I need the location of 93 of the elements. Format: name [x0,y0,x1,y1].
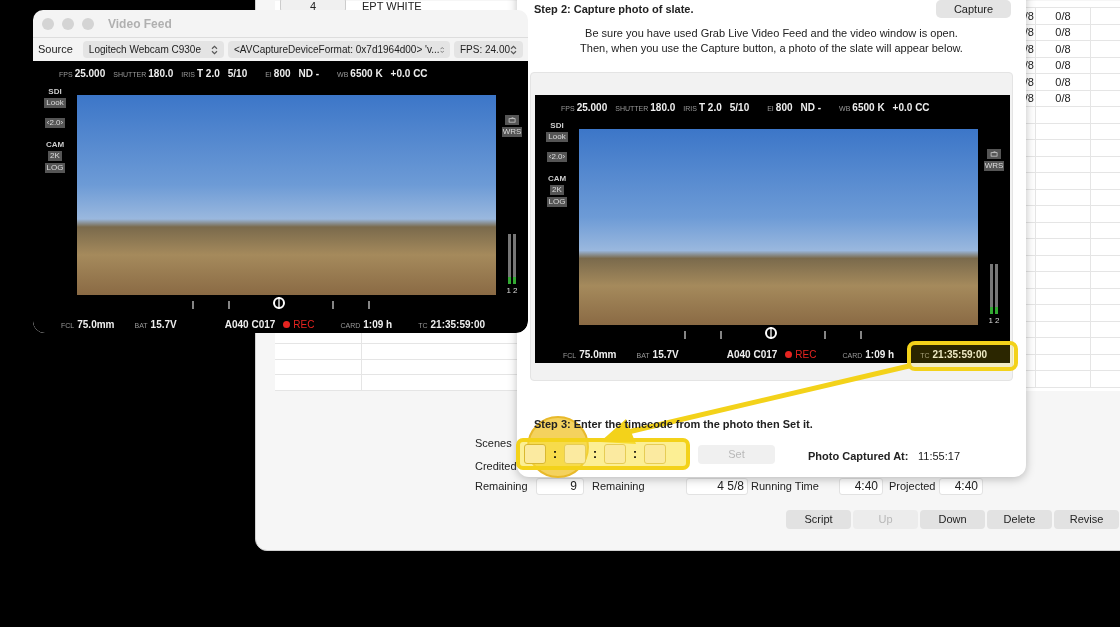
timecode-field[interactable] [604,444,626,464]
status-value: 800 [775,101,793,115]
window-control-icon[interactable] [62,17,74,30]
status-value: 5/10 [729,101,750,115]
status-value: A040 C017 [224,317,276,332]
status-label: CAM [45,140,65,149]
status-value: T 2.0 [196,67,220,81]
status-chip: WRS [983,161,1005,171]
status-label: SDI [48,87,62,96]
captured-time: 11:55:17 [918,449,960,464]
stepper-icon [439,44,444,55]
status-value: 1:09 h [363,317,393,332]
remaining-field: 9 [536,478,584,495]
table-cell: 0/8 [1036,74,1091,90]
status-chip: WRS [501,127,523,137]
timecode-field[interactable] [644,444,666,464]
status-value: ND - [298,67,320,81]
toolbar-button[interactable]: Delete [987,510,1052,529]
step-heading: Step 2: Capture photo of slate. [534,2,694,17]
audio-meter-icon [988,264,1000,314]
status-chip: 2K [550,185,564,195]
dropdown[interactable]: Logitech Webcam C930e [82,41,224,58]
status-value: REC [293,317,315,332]
status-chip: LOG [44,163,66,173]
field-label: Credited [475,459,517,474]
meter-label: 1 2 [506,286,518,295]
field-label: Source [38,42,73,58]
window-control-icon[interactable] [82,17,94,30]
status-value: T 2.0 [698,101,722,115]
status-chip: ‹2.0› [546,152,568,162]
field-label: Remaining [592,479,646,495]
status-value: +0.0 CC [390,67,428,81]
field-label: Running Time [751,479,820,495]
stepper-icon [510,44,517,55]
stepper-icon [210,44,218,55]
table-cell: EPT WHITE [362,0,422,12]
status-value: 25.000 [576,101,608,115]
table-cell: 0/8 [1036,8,1091,24]
status-chip: ‹2.0› [44,118,66,128]
window-control-icon[interactable] [42,17,54,30]
status-chip: 2K [48,151,62,161]
status-value: 1:09 h [865,347,895,362]
status-chip: Look [546,132,568,142]
status-value: 6500 K [350,67,383,81]
remaining-field: 4 5/8 [686,478,748,495]
separator-text: : [632,446,638,463]
status-value: 25.000 [74,67,106,81]
window-title: Video Feed [108,15,172,33]
field-label: Photo Captured At: [808,449,909,464]
toolbar-button[interactable]: Down [920,510,985,529]
camera-icon [505,115,519,125]
camera-icon [987,149,1001,159]
status-value: 5/10 [227,67,248,81]
status-value: 21:35:59:00 [430,317,486,332]
status-value: 15.7V [652,347,679,362]
running-time-field: 4:40 [839,478,883,495]
capture-button[interactable]: Capture [936,0,1011,18]
status-value: 800 [273,67,291,81]
status-chip: LOG [546,197,568,207]
toolbar-button[interactable]: Script [786,510,851,529]
field-label: Scenes [475,436,512,451]
field-label: Remaining [475,479,529,495]
audio-meter-icon [506,234,518,284]
projected-field: 4:40 [939,478,983,495]
timecode-field[interactable] [564,444,586,464]
status-label: SDI [550,121,564,130]
meter-label: 1 2 [988,316,1000,325]
table-cell: 0/8 [1036,90,1091,106]
table-cell: 0/8 [1036,24,1091,40]
table-cell: 0/8 [1036,57,1091,73]
status-value: A040 C017 [726,347,778,362]
table-cell: 0/8 [1036,41,1091,57]
status-value: 75.0mm [77,317,115,332]
status-value: 15.7V [150,317,177,332]
status-chip: Look [44,98,66,108]
dropdown[interactable]: <AVCaptureDeviceFormat: 0x7d1964d00> 'v... [227,41,450,58]
field-label: Projected [889,479,937,495]
dropdown[interactable]: FPS: 24.00 [453,41,523,58]
status-value: REC [795,347,817,362]
timecode-field[interactable] [524,444,546,464]
instruction-text: Be sure you have used Grab Live Video Feed and the video window is open. [585,26,958,41]
status-value: 75.0mm [579,347,617,362]
status-value: 180.0 [148,67,174,81]
toolbar-button[interactable]: Revise [1054,510,1119,529]
separator-text: : [592,446,598,463]
separator-text: : [552,446,558,463]
status-value: 180.0 [650,101,676,115]
instruction-text: Then, when you use the Capture button, a photo of the slate will appear below. [580,41,963,56]
status-value: 6500 K [852,101,885,115]
status-value: +0.0 CC [892,101,930,115]
status-value: 21:35:59:00 [932,347,988,362]
status-label: CAM [547,174,567,183]
status-value: ND - [800,101,822,115]
